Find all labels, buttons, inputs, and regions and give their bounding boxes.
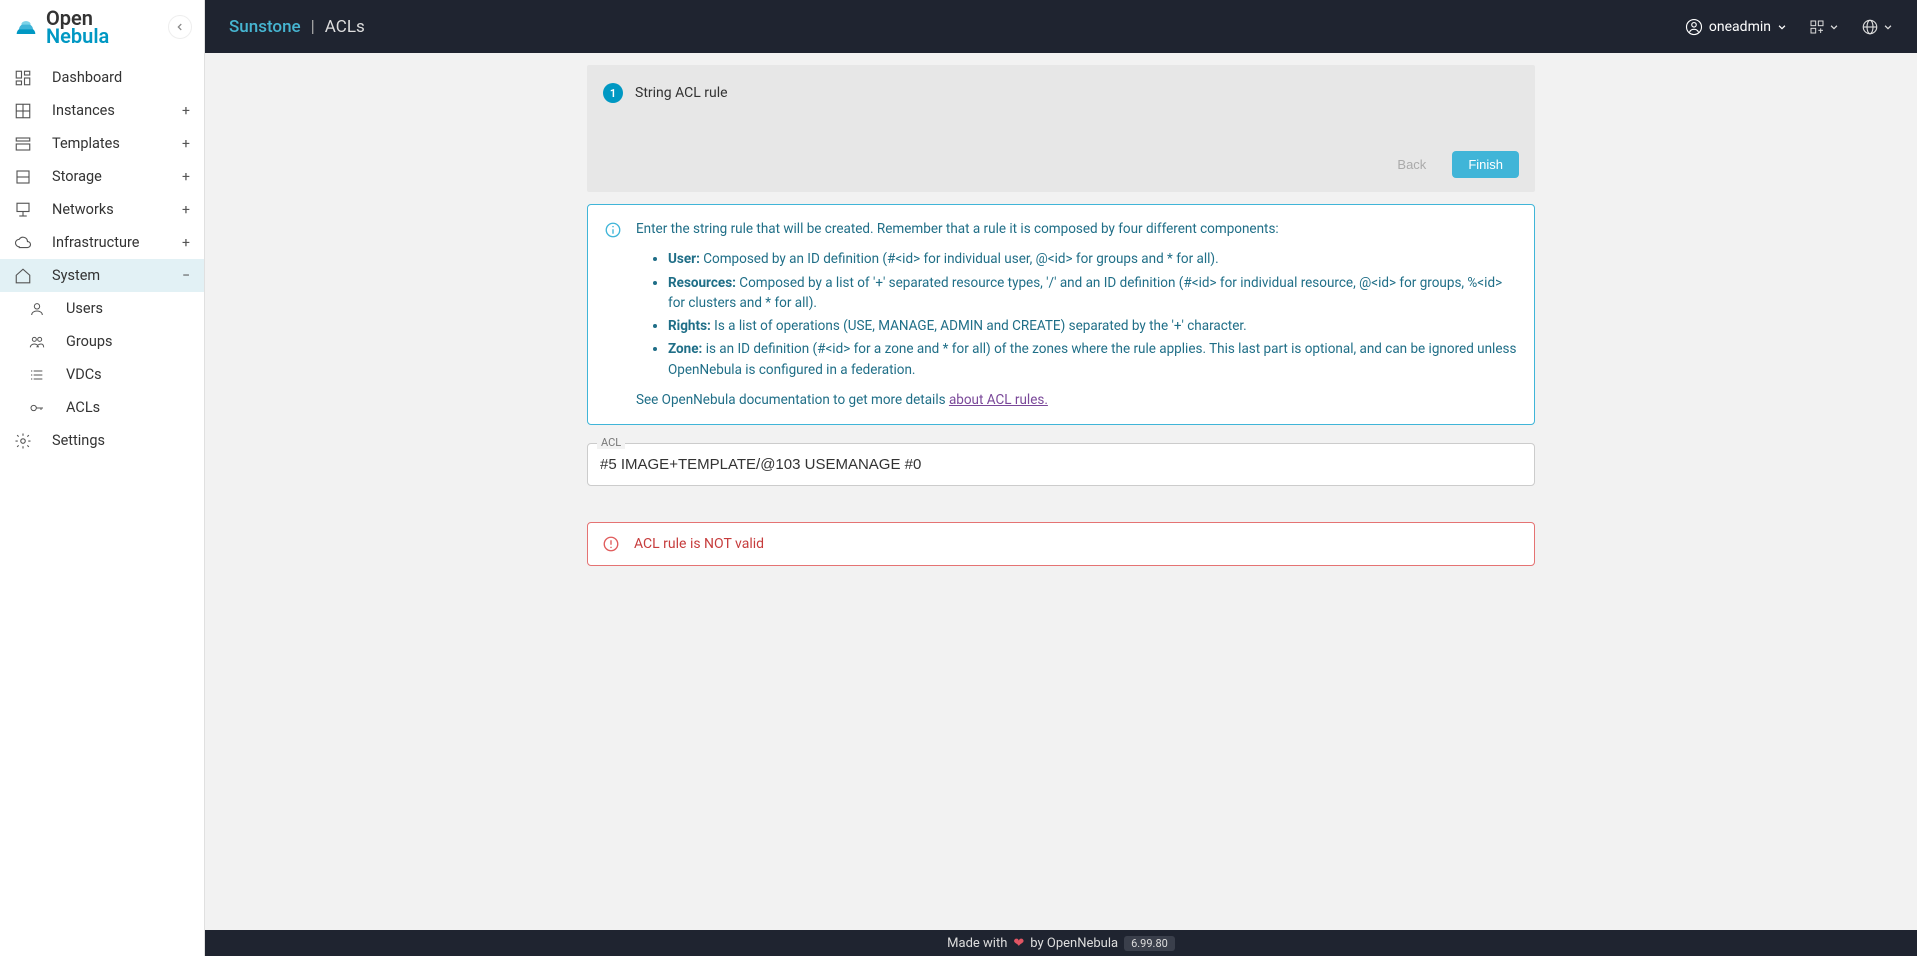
- app-name[interactable]: Sunstone: [229, 17, 301, 37]
- plus-icon: +: [182, 169, 190, 185]
- breadcrumb: Sunstone | ACLs: [229, 17, 365, 37]
- zone-menu[interactable]: [1861, 18, 1893, 36]
- info-body: Enter the string rule that will be creat…: [636, 219, 1518, 410]
- sidebar-item-users[interactable]: Users: [0, 292, 204, 325]
- sidebar: OpenNebula Dashboard Instances + Templat…: [0, 0, 205, 956]
- sidebar-item-instances[interactable]: Instances +: [0, 94, 204, 127]
- chevron-left-icon: [175, 22, 185, 32]
- info-intro: Enter the string rule that will be creat…: [636, 219, 1518, 239]
- logo-text: OpenNebula: [46, 9, 109, 45]
- key-icon: [28, 399, 46, 417]
- sidebar-item-settings[interactable]: Settings: [0, 424, 204, 457]
- grid-icon: [14, 102, 32, 120]
- user-menu[interactable]: oneadmin: [1685, 18, 1787, 36]
- sidebar-item-networks[interactable]: Networks +: [0, 193, 204, 226]
- nav: Dashboard Instances + Templates + Storag…: [0, 53, 204, 457]
- plus-icon: +: [182, 235, 190, 251]
- user-circle-icon: [1685, 18, 1703, 36]
- main: Sunstone | ACLs oneadmin: [205, 0, 1917, 956]
- chevron-down-icon: [1829, 22, 1839, 32]
- info-icon: [604, 221, 622, 410]
- home-icon: [14, 267, 32, 285]
- chevron-down-icon: [1777, 22, 1787, 32]
- step-label: String ACL rule: [635, 85, 728, 101]
- sidebar-item-system[interactable]: System −: [0, 259, 204, 292]
- sidebar-item-label: ACLs: [66, 399, 190, 416]
- sidebar-item-acls[interactable]: ACLs: [0, 391, 204, 424]
- minus-icon: −: [182, 268, 190, 284]
- username: oneadmin: [1709, 19, 1771, 35]
- dashboard-icon: [14, 69, 32, 87]
- footer-by: by OpenNebula: [1030, 936, 1118, 951]
- error-message: ACL rule is NOT valid: [634, 536, 764, 552]
- logo-area: OpenNebula: [0, 0, 204, 53]
- error-box: ACL rule is NOT valid: [587, 522, 1535, 566]
- info-item-rights: Rights: Is a list of operations (USE, MA…: [668, 316, 1518, 336]
- sidebar-item-label: Instances: [52, 102, 162, 119]
- step-row: 1 String ACL rule: [603, 83, 1519, 103]
- sidebar-item-templates[interactable]: Templates +: [0, 127, 204, 160]
- info-item-user: User: Composed by an ID definition (#<id…: [668, 249, 1518, 269]
- back-button[interactable]: Back: [1381, 151, 1442, 178]
- sidebar-item-label: Storage: [52, 168, 162, 185]
- content: 1 String ACL rule Back Finish Enter the …: [205, 53, 1917, 930]
- sidebar-item-infrastructure[interactable]: Infrastructure +: [0, 226, 204, 259]
- wizard-actions: Back Finish: [603, 151, 1519, 178]
- sidebar-item-label: Dashboard: [52, 69, 190, 86]
- plus-icon: +: [182, 202, 190, 218]
- sidebar-collapse-button[interactable]: [168, 15, 192, 39]
- sidebar-item-label: VDCs: [66, 366, 190, 383]
- info-item-resources: Resources: Composed by a list of '+' sep…: [668, 273, 1518, 314]
- sidebar-item-label: Networks: [52, 201, 162, 218]
- gear-icon: [14, 432, 32, 450]
- acl-input[interactable]: [587, 443, 1535, 486]
- acl-field-label: ACL: [597, 436, 625, 449]
- logo: OpenNebula: [12, 9, 109, 45]
- cloud-icon: [14, 234, 32, 252]
- templates-icon: [14, 135, 32, 153]
- apps-menu[interactable]: [1809, 19, 1839, 35]
- plus-icon: +: [182, 103, 190, 119]
- sidebar-item-label: Users: [66, 300, 190, 317]
- apps-icon: [1809, 19, 1825, 35]
- heart-icon: ❤: [1013, 936, 1024, 951]
- footer: Made with ❤ by OpenNebula 6.99.80: [205, 930, 1917, 956]
- opennebula-logo-icon: [12, 13, 40, 41]
- sidebar-item-label: Infrastructure: [52, 234, 162, 251]
- breadcrumb-separator: |: [311, 17, 315, 37]
- sidebar-item-label: System: [52, 267, 162, 284]
- sidebar-item-groups[interactable]: Groups: [0, 325, 204, 358]
- finish-button[interactable]: Finish: [1452, 151, 1519, 178]
- sidebar-item-label: Groups: [66, 333, 190, 350]
- error-icon: [602, 535, 620, 553]
- user-icon: [28, 300, 46, 318]
- breadcrumb-page: ACLs: [325, 17, 365, 37]
- sidebar-item-label: Templates: [52, 135, 162, 152]
- footer-made: Made with: [947, 936, 1007, 951]
- sidebar-item-storage[interactable]: Storage +: [0, 160, 204, 193]
- wizard-header: 1 String ACL rule Back Finish: [587, 65, 1535, 192]
- acl-field-wrap: ACL: [587, 443, 1535, 486]
- footer-version: 6.99.80: [1124, 936, 1175, 951]
- network-icon: [14, 201, 32, 219]
- plus-icon: +: [182, 136, 190, 152]
- sidebar-item-label: Settings: [52, 432, 190, 449]
- topbar: Sunstone | ACLs oneadmin: [205, 0, 1917, 53]
- group-icon: [28, 333, 46, 351]
- info-box: Enter the string rule that will be creat…: [587, 204, 1535, 425]
- info-doc: See OpenNebula documentation to get more…: [636, 390, 1518, 410]
- globe-icon: [1861, 18, 1879, 36]
- step-number: 1: [603, 83, 623, 103]
- storage-icon: [14, 168, 32, 186]
- about-acl-link[interactable]: about ACL rules.: [949, 392, 1048, 408]
- sidebar-item-dashboard[interactable]: Dashboard: [0, 61, 204, 94]
- info-item-zone: Zone: is an ID definition (#<id> for a z…: [668, 339, 1518, 380]
- sidebar-item-vdcs[interactable]: VDCs: [0, 358, 204, 391]
- topbar-right: oneadmin: [1685, 18, 1893, 36]
- list-icon: [28, 366, 46, 384]
- chevron-down-icon: [1883, 22, 1893, 32]
